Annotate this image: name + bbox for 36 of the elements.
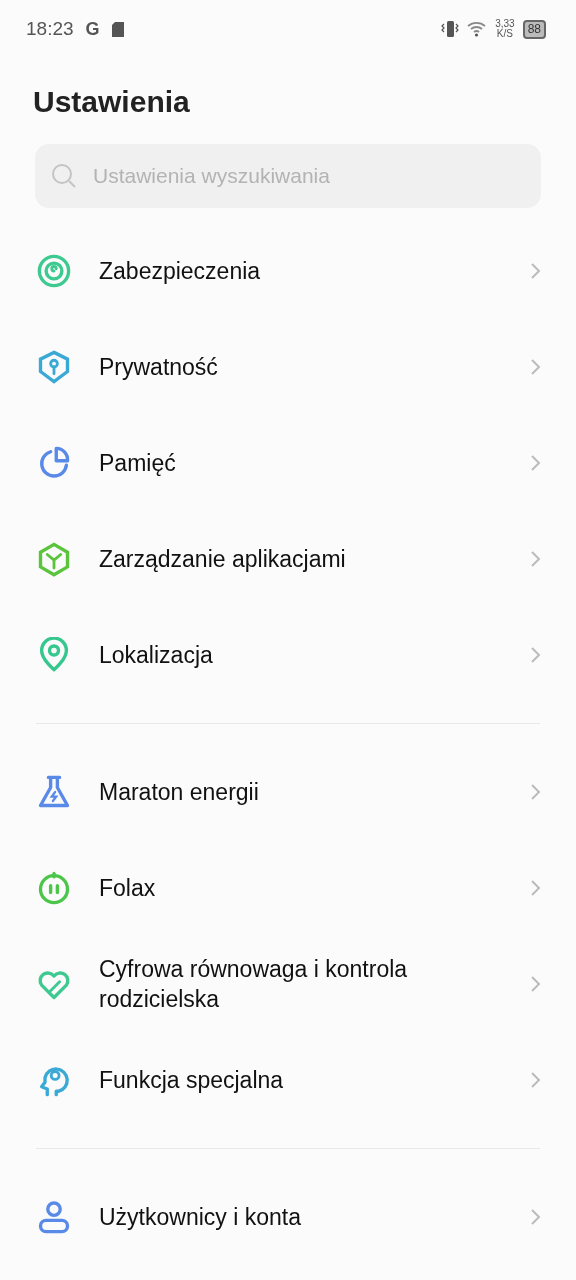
chevron-icon <box>530 646 542 664</box>
chevron-icon <box>530 454 542 472</box>
circle-pause-icon <box>36 870 72 906</box>
settings-item[interactable]: Prywatność <box>0 319 576 415</box>
search-field[interactable]: Ustawienia wyszukiwania <box>35 144 541 208</box>
person-icon <box>36 1199 72 1235</box>
chevron-icon <box>530 783 542 801</box>
settings-item[interactable]: Folax <box>0 840 576 936</box>
sd-card-icon <box>111 21 124 37</box>
chevron-icon <box>530 262 542 280</box>
clock: 18:23 <box>26 18 74 40</box>
settings-item[interactable]: Cyfrowa równowaga i kontrola rodzicielska <box>0 936 576 1032</box>
settings-item[interactable]: Maraton energii <box>0 744 576 840</box>
settings-item[interactable]: Pamięć <box>0 415 576 511</box>
chevron-icon <box>530 1071 542 1089</box>
flask-icon <box>36 774 72 810</box>
battery-level: 88 <box>522 19 546 39</box>
chevron-icon <box>530 879 542 897</box>
speed-unit: K/S <box>496 29 513 39</box>
shield-target-icon <box>36 253 72 289</box>
chevron-icon <box>530 1208 542 1226</box>
google-glyph: G <box>85 18 100 40</box>
page-title: Ustawienia <box>32 84 191 118</box>
wifi-icon <box>467 21 488 37</box>
chevron-icon <box>530 975 542 993</box>
settings-item[interactable]: Lokalizacja <box>0 607 576 703</box>
chevron-icon <box>530 358 542 376</box>
chevron-icon <box>530 550 542 568</box>
settings-item[interactable]: Użytkownicy i konta <box>0 1169 576 1265</box>
settings-item[interactable]: Funkcja specjalna <box>0 1032 576 1128</box>
settings-item[interactable]: Zarządzanie aplikacjami <box>0 511 576 607</box>
hexagon-icon <box>36 541 72 577</box>
network-speed: 3,33 <box>495 19 515 29</box>
shield-keyhole-icon <box>36 349 72 385</box>
vibrate-icon <box>441 20 460 38</box>
settings-item[interactable]: Zabezpieczenia <box>0 223 576 319</box>
